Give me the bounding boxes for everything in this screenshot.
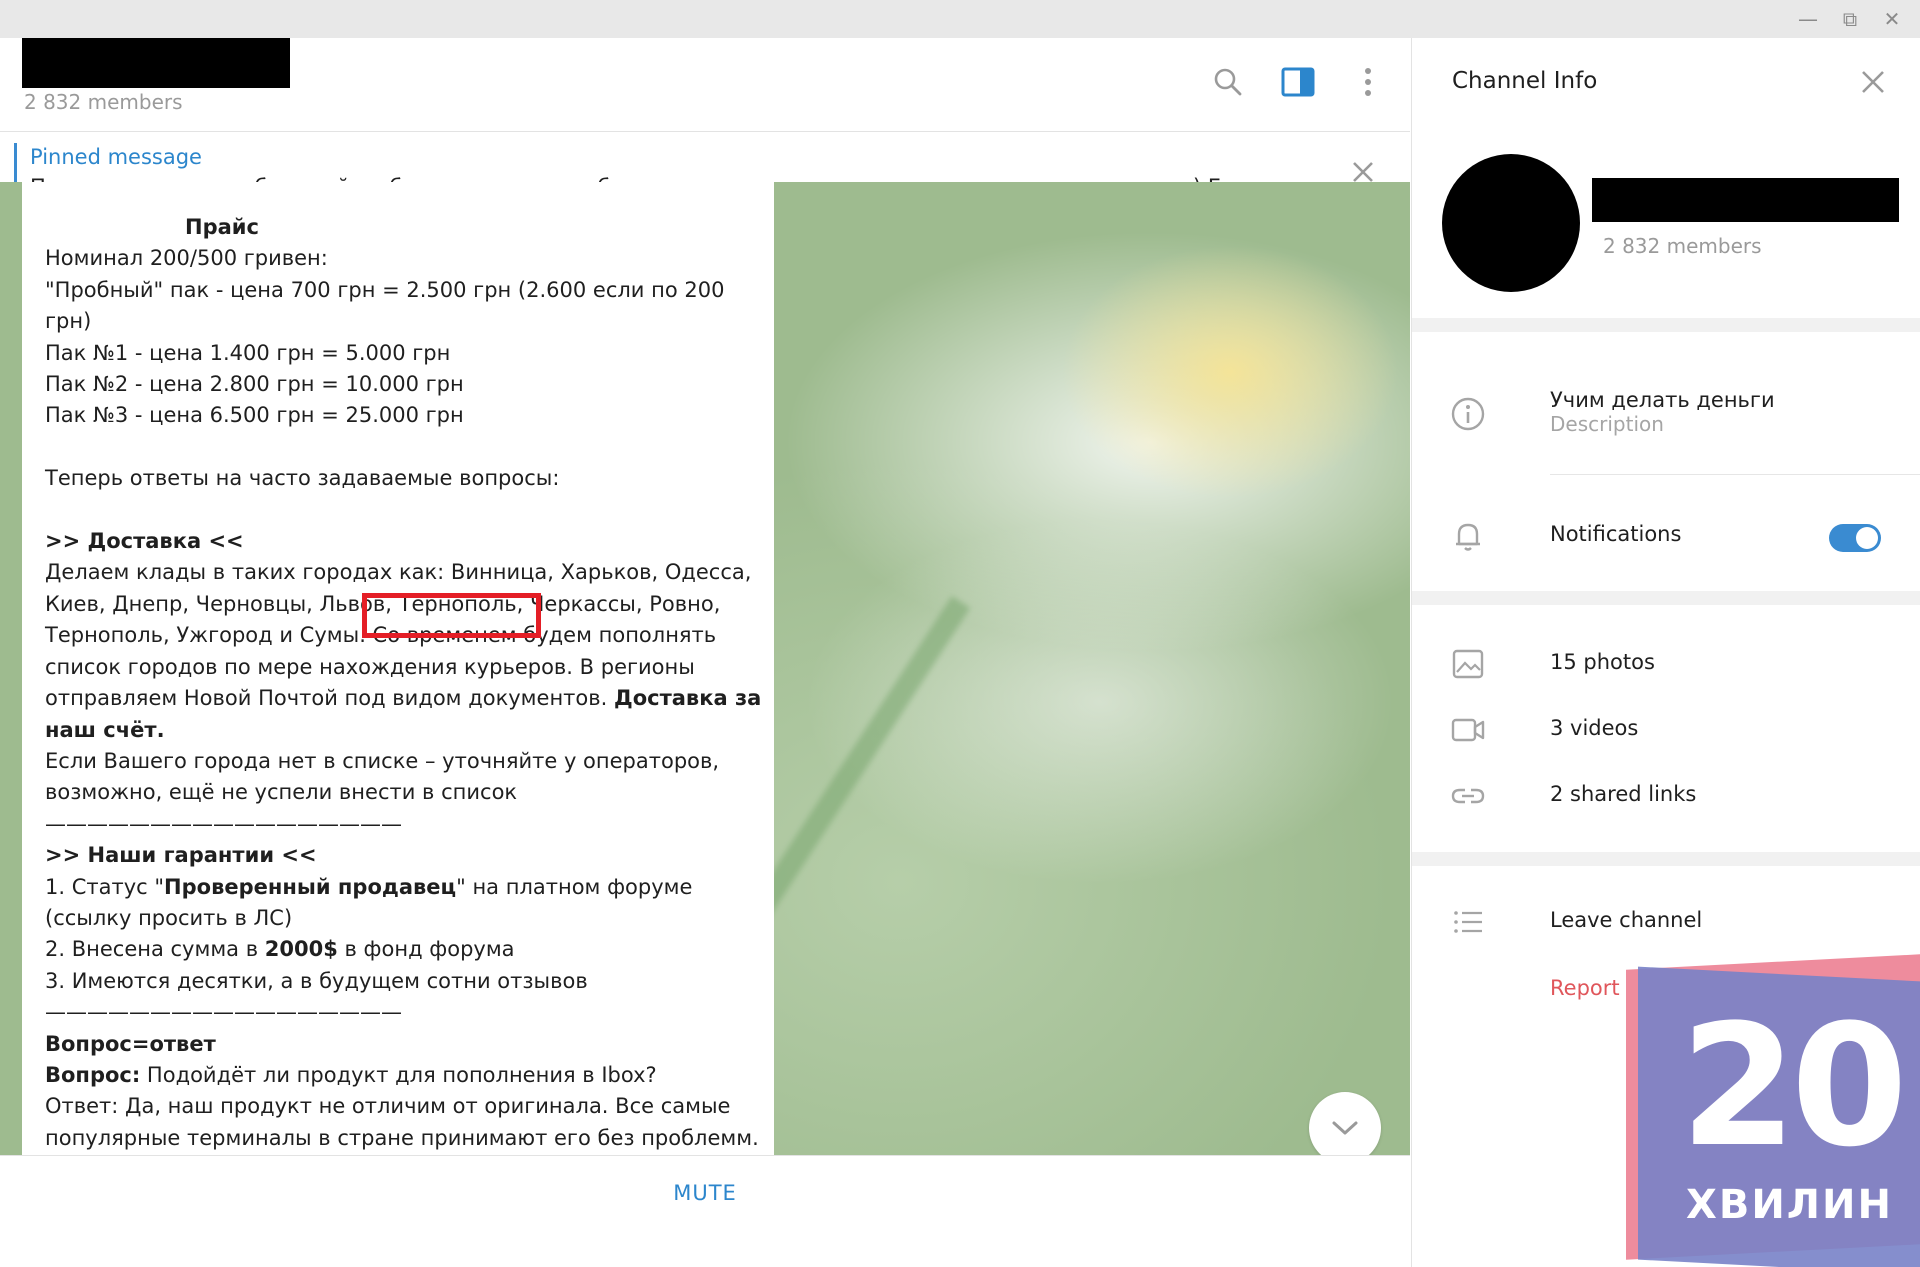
delivery-title-text: >> Доставка << <box>45 529 244 554</box>
close-icon[interactable] <box>1855 64 1891 100</box>
video-icon <box>1450 712 1486 748</box>
channel-avatar[interactable] <box>1442 154 1580 292</box>
close-window-icon[interactable]: ✕ <box>1878 6 1906 32</box>
restore-icon[interactable]: ⧉ <box>1836 6 1864 32</box>
logo-word: ХВИЛИН <box>1686 1182 1893 1228</box>
info-members-count: 2 832 members <box>1603 234 1762 258</box>
link-icon <box>1450 778 1486 814</box>
qa-title: Вопрос=ответ <box>45 1029 765 1060</box>
red-highlight-box <box>362 593 541 638</box>
section-divider <box>1412 852 1920 866</box>
guarantee-2-pre: 2. Внесена сумма в <box>45 937 265 962</box>
watermark-logo: 20 ХВИЛИН <box>1620 954 1920 1267</box>
window-titlebar: — ⧉ ✕ <box>0 0 1920 38</box>
links-label: 2 shared links <box>1550 782 1697 806</box>
description-label: Description <box>1550 412 1664 436</box>
guarantee-1: 1. Статус "Проверенный продавец" на плат… <box>45 872 765 935</box>
leave-channel-label: Leave channel <box>1550 908 1703 932</box>
report-link[interactable]: Report <box>1550 976 1620 1000</box>
question-label: Вопрос: <box>45 1062 141 1087</box>
guarantee-3: 3. Имеются десятки, а в будущем сотни от… <box>45 968 588 993</box>
section-divider <box>1412 591 1920 605</box>
bottom-bar: MUTE <box>0 1155 1410 1229</box>
delivery-note: Если Вашего города нет в списке – уточня… <box>45 748 726 805</box>
qa-title-text: Вопрос=ответ <box>45 1031 216 1056</box>
notifications-row[interactable]: Notifications <box>1412 510 1920 560</box>
guarantees-title-text: >> Наши гарантии << <box>45 843 317 868</box>
chat-members-count: 2 832 members <box>24 90 183 114</box>
photo-icon <box>1450 646 1486 682</box>
logo-number: 20 <box>1680 988 1908 1184</box>
sidebar-toggle-icon[interactable] <box>1280 64 1316 100</box>
separator-line: ————————————————— <box>45 1000 402 1025</box>
separator-line: ————————————————— <box>45 811 402 836</box>
guarantee-1-pre: 1. Статус " <box>45 874 165 899</box>
more-options-icon[interactable] <box>1350 64 1386 100</box>
notifications-label: Notifications <box>1550 522 1682 546</box>
info-panel-title: Channel Info <box>1452 68 1598 94</box>
search-icon[interactable] <box>1210 64 1246 100</box>
faq-intro: Теперь ответы на часто задаваемые вопрос… <box>45 466 560 491</box>
leave-row[interactable]: Leave channel <box>1412 896 1920 946</box>
pinned-title: Pinned message <box>30 145 202 169</box>
delivery-paragraph: Делаем клады в таких городах как: Винниц… <box>45 557 765 745</box>
price-line: Номинал 200/500 гривен: <box>45 246 328 271</box>
price-line: Пак №1 - цена 1.400 грн = 5.000 грн <box>45 340 451 365</box>
videos-label: 3 videos <box>1550 716 1639 740</box>
section-divider <box>1412 318 1920 332</box>
answer: Ответ: Да, наш продукт не отличим от ори… <box>45 1094 759 1150</box>
bell-icon <box>1450 518 1486 554</box>
videos-row[interactable]: 3 videos <box>1412 704 1920 754</box>
list-icon <box>1450 904 1486 940</box>
price-line: "Пробный" пак - цена 700 грн = 2.500 грн… <box>45 277 732 334</box>
minimize-icon[interactable]: — <box>1794 6 1822 32</box>
delivery-title: >> Доставка << <box>45 526 765 557</box>
description-row: Учим делать деньги <box>1412 388 1920 438</box>
redacted-channel-name <box>1592 178 1899 222</box>
guarantee-1-bold: Проверенный продавец <box>164 874 457 899</box>
notifications-toggle[interactable] <box>1829 524 1881 552</box>
guarantees-title: >> Наши гарантии << <box>45 840 765 871</box>
mute-button[interactable]: MUTE <box>0 1156 1410 1230</box>
message-text: Прайс Номинал 200/500 гривен: "Пробный" … <box>45 212 765 1155</box>
price-line: Пак №2 - цена 2.800 грн = 10.000 грн <box>45 372 464 397</box>
photos-row[interactable]: 15 photos <box>1412 638 1920 688</box>
photos-label: 15 photos <box>1550 650 1655 674</box>
chat-header: 2 832 members <box>0 38 1410 132</box>
row-separator <box>1550 474 1920 475</box>
message-bubble[interactable]: Прайс Номинал 200/500 гривен: "Пробный" … <box>22 182 774 1155</box>
scroll-down-button[interactable] <box>1309 1092 1381 1164</box>
links-row[interactable]: 2 shared links <box>1412 770 1920 820</box>
guarantee-2-post: в фонд форума <box>337 937 515 962</box>
info-icon <box>1450 396 1486 432</box>
price-heading: Прайс <box>185 215 259 239</box>
guarantee-2: 2. Внесена сумма в 2000$ в фонд форума <box>45 934 765 965</box>
question: Вопрос: Подойдёт ли продукт для пополнен… <box>45 1060 765 1091</box>
redacted-channel-title <box>22 38 290 88</box>
guarantee-2-bold: 2000$ <box>264 937 338 962</box>
description-value: Учим делать деньги <box>1550 388 1775 412</box>
chevron-down-icon <box>1332 1121 1358 1135</box>
question-text: Подойдёт ли продукт для пополнения в Ibo… <box>140 1062 657 1087</box>
price-line: Пак №3 - цена 6.500 грн = 25.000 грн <box>45 403 464 428</box>
window-controls: — ⧉ ✕ <box>1794 6 1906 32</box>
header-actions <box>1210 64 1386 100</box>
